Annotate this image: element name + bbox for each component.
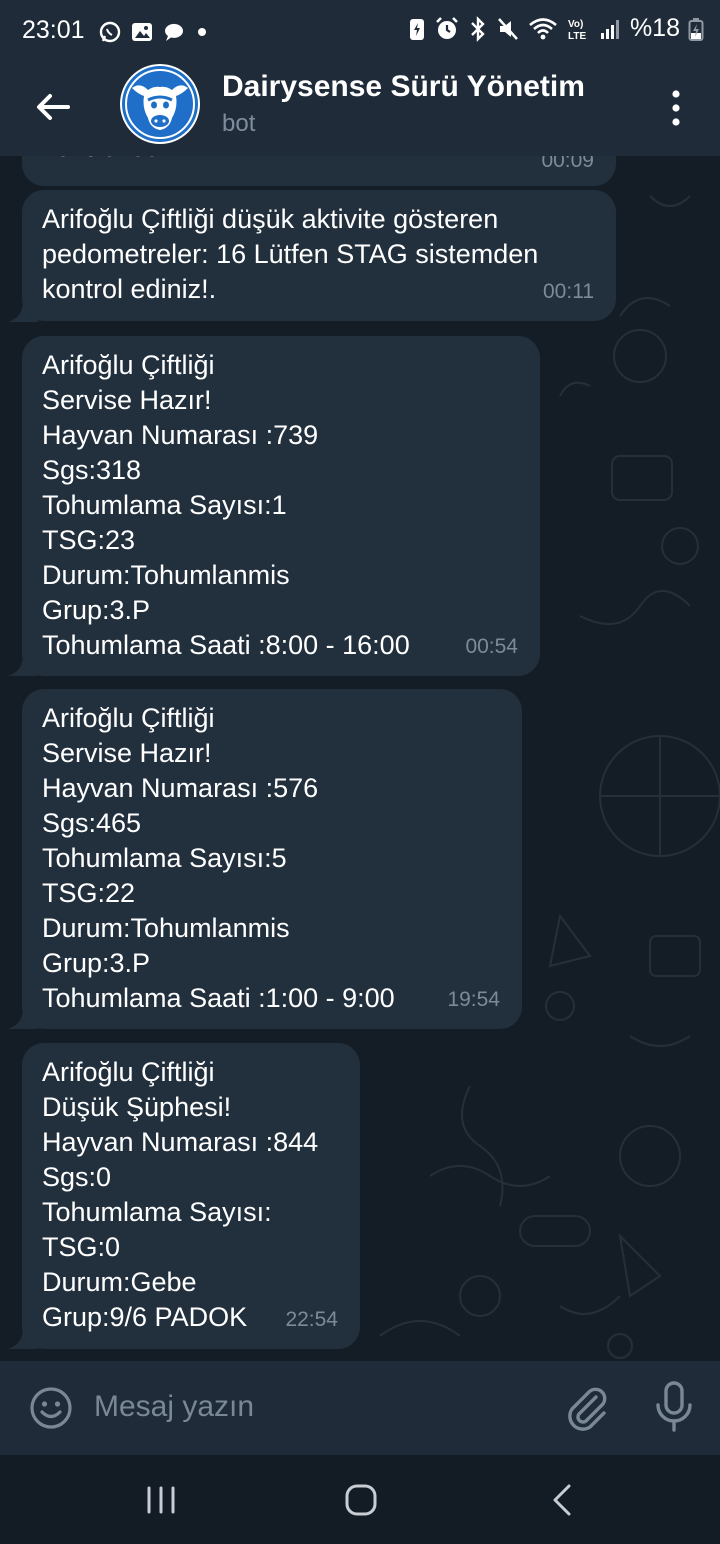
- message-bubble[interactable]: Arifoğlu Çiftliği Düşük Şüphesi! Hayvan …: [22, 1043, 360, 1349]
- message-line: Grup:3.P: [42, 948, 151, 978]
- message-line: Hayvan Numarası :844: [42, 1127, 319, 1157]
- chevron-left-icon[interactable]: [550, 1483, 574, 1517]
- home-icon[interactable]: [344, 1483, 378, 1517]
- recents-icon[interactable]: [143, 1485, 179, 1515]
- message-line: Arifoğlu Çiftliği: [42, 703, 215, 733]
- bluetooth-icon: [471, 15, 485, 42]
- message-line: TSG:23: [42, 525, 136, 555]
- message-line: Tohumlama Sayısı:5: [42, 843, 287, 873]
- signal-icon: [600, 19, 619, 39]
- message-bubble[interactable]: Arifoğlu Çiftliği Servise Hazır! Hayvan …: [22, 689, 522, 1029]
- battery-saver-icon: [409, 18, 424, 40]
- bubble-tail: [8, 296, 38, 322]
- message-bubble[interactable]: kontrol ediniz!. 00:09: [22, 156, 616, 186]
- chat-title[interactable]: Dairysense Sürü Yönetim: [222, 70, 585, 104]
- system-nav-bar: [0, 1455, 720, 1544]
- wifi-icon: [529, 17, 557, 39]
- message-time: 22:54: [285, 1308, 338, 1331]
- message-list[interactable]: kontrol ediniz!. 00:09 Arifoğlu Çiftliği…: [0, 156, 720, 1361]
- gallery-icon: [132, 23, 152, 41]
- message-bubble[interactable]: Arifoğlu Çiftliği düşük aktivite göstere…: [22, 190, 616, 321]
- message-line: Durum:Tohumlanmis: [42, 913, 290, 943]
- message-line: Düşük Şüphesi!: [42, 1092, 232, 1122]
- message-line: Durum:Tohumlanmis: [42, 560, 290, 590]
- chat-subtitle: bot: [222, 110, 256, 137]
- svg-text:Vo): Vo): [568, 19, 583, 30]
- message-line: Sgs:465: [42, 808, 142, 838]
- more-vertical-icon[interactable]: [662, 84, 690, 132]
- volte-icon: Vo)LTE: [568, 19, 586, 42]
- message-time: 19:54: [447, 988, 500, 1011]
- message-line: Sgs:318: [42, 455, 142, 485]
- status-bar: 23:01 Vo) LTE %18: [0, 0, 720, 64]
- message-line: Tohumlama Saati :1:00 - 9:00: [42, 983, 395, 1013]
- bubble-tail: [8, 650, 38, 676]
- back-button[interactable]: [30, 84, 76, 130]
- message-input[interactable]: Mesaj yazın: [94, 1390, 254, 1424]
- message-line: Tohumlama Sayısı:: [42, 1197, 272, 1227]
- message-time: 00:09: [541, 156, 594, 172]
- cow-logo-icon: [122, 66, 198, 142]
- whatsapp-icon: [99, 21, 121, 43]
- message-line: Grup:3.P: [42, 595, 151, 625]
- bubble-tail: [8, 1323, 38, 1349]
- message-line: Arifoğlu Çiftliği: [42, 1057, 215, 1087]
- message-line: kontrol ediniz!.: [42, 156, 596, 165]
- message-line: Sgs:0: [42, 1162, 112, 1192]
- avatar[interactable]: [120, 64, 200, 144]
- message-line: Servise Hazır!: [42, 385, 212, 415]
- battery-percent: %18: [629, 14, 680, 42]
- chat-header: Dairysense Sürü Yönetim bot: [0, 64, 720, 156]
- message-line: Arifoğlu Çiftliği: [42, 350, 215, 380]
- message-line: kontrol ediniz!.: [42, 274, 217, 304]
- message-bubble[interactable]: Arifoğlu Çiftliği Servise Hazır! Hayvan …: [22, 336, 540, 676]
- message-line: Tohumlama Sayısı:1: [42, 490, 287, 520]
- emoji-icon[interactable]: [28, 1385, 74, 1431]
- dot-icon: [198, 28, 206, 36]
- status-time: 23:01: [22, 16, 85, 44]
- bubble-tail: [8, 1003, 38, 1029]
- mute-icon: [498, 17, 518, 40]
- alarm-icon: [436, 16, 458, 39]
- message-composer: Mesaj yazın: [0, 1361, 720, 1455]
- message-line: TSG:0: [42, 1232, 121, 1262]
- message-line: pedometreler: 16 Lütfen STAG sistemden: [42, 239, 539, 269]
- message-time: 00:11: [543, 280, 594, 303]
- message-line: Hayvan Numarası :739: [42, 420, 319, 450]
- notification-icons: [98, 20, 210, 44]
- message-line: Hayvan Numarası :576: [42, 773, 319, 803]
- message-line: TSG:22: [42, 878, 136, 908]
- message-line: Durum:Gebe: [42, 1267, 197, 1297]
- message-icon: [164, 23, 183, 41]
- message-line: Servise Hazır!: [42, 738, 212, 768]
- system-icons: Vo) LTE %18: [408, 14, 704, 43]
- paperclip-icon[interactable]: [562, 1383, 610, 1431]
- svg-text:LTE: LTE: [568, 31, 586, 42]
- microphone-icon[interactable]: [654, 1381, 694, 1433]
- battery-icon: [688, 17, 704, 41]
- message-line: Arifoğlu Çiftliği düşük aktivite göstere…: [42, 204, 499, 234]
- message-line: Tohumlama Saati :8:00 - 16:00: [42, 630, 410, 660]
- message-time: 00:54: [465, 635, 518, 658]
